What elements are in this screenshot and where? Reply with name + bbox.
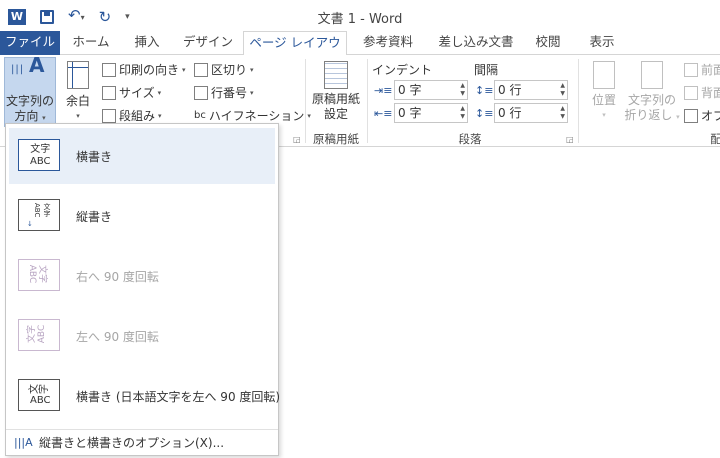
indent-right-icon: ⇤≡ bbox=[374, 107, 393, 120]
rotate-left-label: 左へ 90 度回転 bbox=[76, 330, 159, 344]
genko-label-1: 原稿用紙 bbox=[311, 92, 360, 106]
tab-mailings[interactable]: 差し込み文書 bbox=[428, 31, 524, 55]
send-backward-icon bbox=[684, 85, 698, 100]
genko-group-label: 原稿用紙 bbox=[313, 132, 359, 146]
genko-settings-button[interactable]: 原稿用紙 設定 bbox=[308, 57, 364, 127]
tab-review[interactable]: 校閲 bbox=[526, 31, 570, 55]
tab-insert[interactable]: 挿入 bbox=[122, 31, 172, 55]
arrange-group-label: 配 bbox=[710, 132, 720, 146]
group-separator bbox=[367, 59, 368, 143]
bring-forward-icon bbox=[684, 62, 698, 77]
line-numbers-button[interactable]: 行番号 ▾ bbox=[194, 84, 254, 101]
position-button[interactable]: 位置 ▾ bbox=[584, 57, 624, 127]
orientation-button[interactable]: 印刷の向き ▾ bbox=[102, 61, 186, 78]
rotate-right-option[interactable]: 文字 ABC 右へ 90 度回転 bbox=[9, 248, 275, 304]
selection-pane-label: オブ bbox=[701, 109, 720, 123]
selection-pane-button[interactable]: オブ bbox=[684, 107, 720, 124]
columns-label: 段組み bbox=[119, 109, 156, 123]
rotate-left-option[interactable]: 文字 ABC 左へ 90 度回転 bbox=[9, 308, 275, 364]
horizontal-rotate-label: 横書き (日本語文字を左へ 90 度回転) bbox=[76, 390, 281, 404]
horizontal-text-icon: 文字 ABC bbox=[18, 139, 60, 171]
window-title: 文書 1 - Word bbox=[317, 12, 403, 27]
indent-left-input[interactable]: 0 字 ▲ ▼ bbox=[394, 80, 468, 100]
hyphenation-icon: bc bbox=[194, 110, 206, 121]
rotate-left-icon: 文字 ABC bbox=[18, 319, 60, 351]
tab-design[interactable]: デザイン bbox=[176, 31, 240, 55]
breaks-label: 区切り bbox=[211, 63, 248, 77]
text-direction-label-1: 文字列の bbox=[5, 94, 54, 108]
size-button[interactable]: サイズ ▾ bbox=[102, 84, 161, 101]
size-icon bbox=[102, 85, 116, 100]
spacing-label: 間隔 bbox=[474, 63, 499, 77]
paragraph-launcher-icon[interactable]: ◲ bbox=[566, 135, 574, 144]
margins-label: 余白 bbox=[65, 94, 90, 108]
selection-pane-icon bbox=[684, 108, 698, 123]
wrap-text-button[interactable]: 文字列の 折り返し ▾ bbox=[624, 57, 680, 127]
position-icon bbox=[593, 61, 615, 89]
text-direction-button[interactable]: ||| A 文字列の 方向 ▾ bbox=[4, 53, 56, 127]
indent-right-input[interactable]: 0 字 ▲ ▼ bbox=[394, 103, 468, 123]
group-separator bbox=[578, 59, 579, 143]
tab-view[interactable]: 表示 bbox=[574, 31, 630, 55]
rotate-right-label: 右へ 90 度回転 bbox=[76, 270, 159, 284]
genko-icon bbox=[324, 61, 348, 89]
rotate-right-icon: 文字 ABC bbox=[18, 259, 60, 291]
horizontal-rotate-option[interactable]: 文字 ABC 横書き (日本語文字を左へ 90 度回転) bbox=[9, 368, 280, 424]
text-direction-icon: ||| A bbox=[11, 53, 45, 77]
text-direction-options-item[interactable]: |||A 縦書きと横書きのオプション(X)... bbox=[9, 432, 275, 454]
menu-divider bbox=[6, 429, 278, 430]
genko-label-2: 設定 bbox=[323, 107, 348, 121]
horizontal-rotate-icon: 文字 ABC bbox=[18, 379, 60, 411]
hyphenation-label: ハイフネーション bbox=[208, 109, 305, 123]
line-numbers-icon bbox=[194, 85, 208, 100]
bring-forward-label: 前面 bbox=[701, 63, 720, 77]
send-backward-label: 背面 bbox=[701, 86, 720, 100]
text-direction-options-icon: |||A bbox=[14, 436, 33, 449]
wrap-text-label-2: 折り返し ▾ bbox=[624, 108, 680, 122]
text-direction-dropdown: 文字 ABC 横書き 文字 ABC ↓ 縦書き 文字 ABC 右へ 90 度回転 文… bbox=[5, 123, 280, 456]
ribbon-tabs: ファイル ホーム 挿入 デザイン ページ レイアウト 参考資料 差し込み文書 校… bbox=[0, 31, 720, 72]
orientation-icon bbox=[102, 62, 116, 77]
paragraph-group-label: 段落 bbox=[458, 132, 482, 146]
position-label: 位置 bbox=[591, 93, 616, 107]
wrap-text-icon bbox=[641, 61, 663, 89]
title-bar: W ↶▾ ↻ ▾ 文書 1 - Word bbox=[0, 0, 720, 31]
send-backward-button[interactable]: 背面 bbox=[684, 84, 720, 101]
spacing-before-input[interactable]: 0 行 ▲ ▼ bbox=[494, 80, 568, 100]
text-direction-options-label: 縦書きと横書きのオプション(X)... bbox=[39, 436, 225, 450]
columns-button[interactable]: 段組み ▾ bbox=[102, 107, 162, 124]
line-numbers-label: 行番号 bbox=[211, 86, 248, 100]
tab-home[interactable]: ホーム bbox=[64, 31, 118, 55]
tab-file[interactable]: ファイル bbox=[0, 31, 60, 55]
margins-icon bbox=[67, 61, 89, 89]
vertical-text-label: 縦書き bbox=[76, 210, 113, 224]
wrap-text-label-1: 文字列の bbox=[627, 93, 676, 107]
indent-left-icon: ⇥≡ bbox=[374, 84, 393, 97]
group-separator bbox=[305, 59, 306, 143]
horizontal-text-option[interactable]: 文字 ABC 横書き bbox=[9, 128, 275, 184]
hyphenation-button[interactable]: bc ハイフネーション ▾ bbox=[194, 107, 311, 124]
breaks-icon bbox=[194, 62, 208, 77]
breaks-button[interactable]: 区切り ▾ bbox=[194, 61, 254, 78]
tab-page-layout[interactable]: ページ レイアウト bbox=[243, 31, 347, 72]
margins-caret-icon: ▾ bbox=[76, 112, 80, 120]
size-label: サイズ bbox=[119, 86, 155, 100]
horizontal-text-label: 横書き bbox=[76, 150, 113, 164]
spacing-before-icon: ↕≡ bbox=[475, 84, 494, 97]
spacing-after-input[interactable]: 0 行 ▲ ▼ bbox=[494, 103, 568, 123]
columns-icon bbox=[102, 108, 116, 123]
margins-button[interactable]: 余白 ▾ bbox=[60, 57, 96, 127]
page-setup-launcher-icon[interactable]: ◲ bbox=[293, 135, 301, 144]
orientation-label: 印刷の向き bbox=[119, 63, 180, 77]
vertical-text-icon: 文字 ABC ↓ bbox=[18, 199, 60, 231]
tab-references[interactable]: 参考資料 bbox=[352, 31, 424, 55]
indent-label: インデント bbox=[372, 63, 433, 77]
bring-forward-button[interactable]: 前面 bbox=[684, 61, 720, 78]
spacing-after-icon: ↕≡ bbox=[475, 107, 494, 120]
vertical-text-option[interactable]: 文字 ABC ↓ 縦書き bbox=[9, 188, 275, 244]
